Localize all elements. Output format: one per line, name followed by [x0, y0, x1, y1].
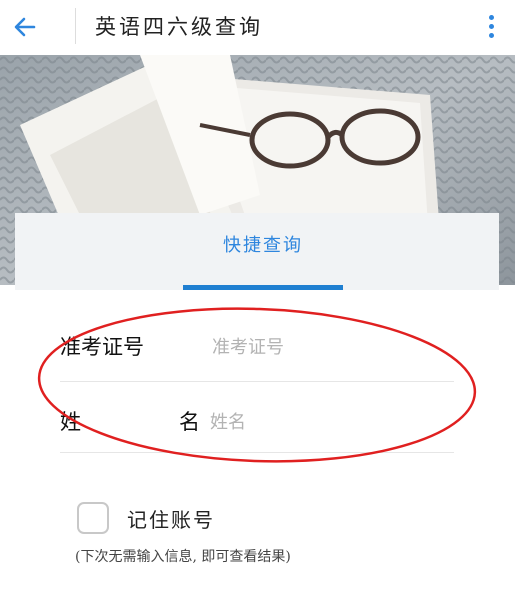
exam-id-input[interactable] — [212, 332, 432, 362]
name-label-last: 名 — [179, 410, 200, 434]
remember-checkbox[interactable] — [77, 502, 109, 534]
tab-active-indicator — [183, 285, 343, 290]
more-menu-button[interactable] — [479, 8, 503, 44]
name-label-first: 姓 — [60, 410, 81, 434]
page-title: 英语四六级查询 — [95, 15, 263, 39]
more-vertical-icon-dot — [488, 23, 494, 29]
arrow-left-icon — [14, 17, 36, 37]
remember-hint: (下次无需输入信息, 即可查看结果) — [75, 549, 291, 565]
tab-bar: 快捷查询 — [15, 213, 499, 290]
tab-quick-query[interactable]: 快捷查询 — [183, 213, 343, 290]
tab-label: 快捷查询 — [223, 235, 303, 256]
more-vertical-icon-dot — [488, 32, 494, 38]
exam-id-label: 准考证号 — [60, 335, 144, 359]
more-vertical-icon — [488, 14, 494, 20]
remember-account-toggle[interactable]: 记住账号 — [77, 498, 215, 538]
app-bar-divider — [75, 8, 76, 44]
app-bar: 英语四六级查询 — [0, 0, 515, 55]
name-input[interactable] — [210, 407, 430, 437]
exam-id-field-row: 准考证号 — [60, 311, 454, 382]
remember-label: 记住账号 — [127, 507, 215, 532]
name-field-row: 姓 名 — [60, 382, 454, 453]
back-button[interactable] — [10, 12, 40, 42]
